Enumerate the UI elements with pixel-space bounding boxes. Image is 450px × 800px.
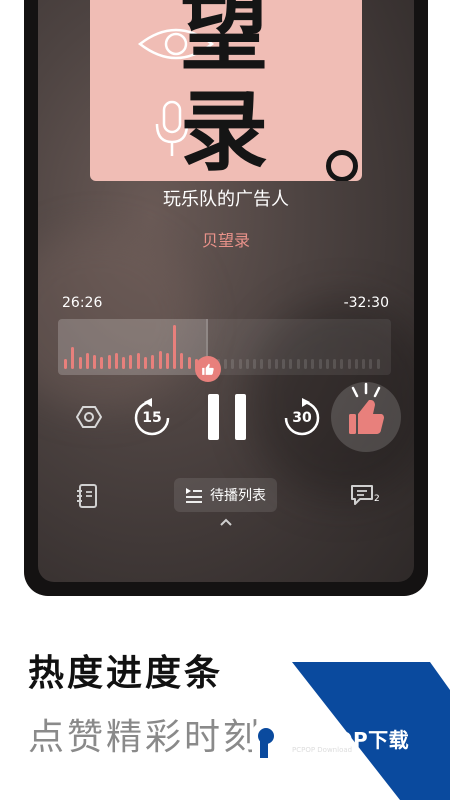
playlist-icon <box>186 488 202 503</box>
waveform-bar <box>296 359 300 369</box>
waveform-bar <box>93 355 97 369</box>
promo-subheading: 点赞精彩时刻 <box>28 717 263 758</box>
rewind-button[interactable]: 15 <box>132 398 172 438</box>
watermark-sub: PCPOP Download <box>292 746 353 754</box>
waveform-bar <box>311 359 315 369</box>
heat-waveform <box>64 319 384 375</box>
waveform-bar <box>85 353 89 369</box>
waveform-bar <box>347 359 351 369</box>
waveform-bar <box>151 355 155 369</box>
chevron-up-icon <box>220 518 232 526</box>
waveform-bar <box>253 359 257 369</box>
expand-button[interactable] <box>218 516 234 528</box>
waveform-bar <box>318 359 322 369</box>
waveform-bar <box>114 353 118 369</box>
promo-heading: 热度进度条 <box>28 653 224 694</box>
queue-button[interactable]: 待播列表 <box>174 478 277 512</box>
waveform-bar <box>231 359 235 369</box>
cover-title-bottom: 录 <box>180 80 269 181</box>
waveform-bar <box>289 359 293 369</box>
waveform-bar <box>144 357 147 369</box>
waveform-bar <box>274 359 278 369</box>
waveform-bar <box>267 359 271 369</box>
album-cover: 望 录 <box>90 0 362 181</box>
comments-button[interactable] <box>350 484 374 506</box>
rewind-seconds: 15 <box>142 410 162 426</box>
settings-button[interactable] <box>76 404 102 430</box>
track-title: 玩乐队的广告人 <box>163 189 289 210</box>
waveform-bar <box>158 351 162 369</box>
phone-frame: 望 录 玩乐队的广告人 贝望录 26:26 -32:30 15 30 待播列表 … <box>24 0 428 596</box>
remaining-time: -32:30 <box>343 295 389 311</box>
comment-icon <box>351 485 373 505</box>
waveform-bar <box>333 359 337 369</box>
cover-period-mark <box>326 150 358 181</box>
like-button[interactable] <box>331 382 401 452</box>
waveform-bar <box>340 359 344 369</box>
thumbs-up-icon <box>349 382 384 434</box>
waveform-bar <box>78 357 82 369</box>
waveform-bar <box>376 359 380 369</box>
hexagon-settings-icon <box>76 406 102 428</box>
waveform-bar <box>282 359 286 369</box>
waveform-bar <box>369 359 373 369</box>
waveform-bar <box>165 353 169 369</box>
track-author[interactable]: 贝望录 <box>38 227 414 251</box>
waveform-bar <box>173 325 177 369</box>
pause-button[interactable] <box>206 393 248 441</box>
elapsed-time: 26:26 <box>62 295 103 311</box>
notebook-icon <box>77 484 97 508</box>
pause-icon <box>208 394 246 440</box>
waveform-bar <box>100 357 104 369</box>
comment-count: 2 <box>374 494 380 504</box>
forward-button[interactable]: 30 <box>282 398 322 438</box>
queue-label: 待播列表 <box>210 488 266 504</box>
waveform-bar <box>71 347 75 369</box>
waveform-bar <box>129 355 133 369</box>
waveform-bar <box>362 359 366 369</box>
waveform-bar <box>325 359 329 369</box>
waveform-bar <box>122 357 126 369</box>
waveform-bar <box>260 359 264 369</box>
waveform-bar <box>180 353 184 369</box>
progress-thumb[interactable] <box>195 356 221 382</box>
notes-button[interactable] <box>76 484 98 508</box>
waveform-bar <box>304 359 307 369</box>
cover-title-top: 望 <box>180 0 269 83</box>
waveform-bar <box>136 353 140 369</box>
thumbs-up-icon <box>202 363 214 375</box>
waveform-bar <box>238 359 242 369</box>
player-screen: 望 录 玩乐队的广告人 贝望录 26:26 -32:30 15 30 待播列表 … <box>38 0 414 582</box>
waveform-bar <box>245 359 249 369</box>
waveform-bar <box>354 359 358 369</box>
waveform-bar <box>224 359 227 369</box>
waveform-bar <box>107 355 111 369</box>
waveform-bar <box>64 359 67 369</box>
waveform-bar <box>187 357 191 369</box>
forward-seconds: 30 <box>292 410 312 426</box>
